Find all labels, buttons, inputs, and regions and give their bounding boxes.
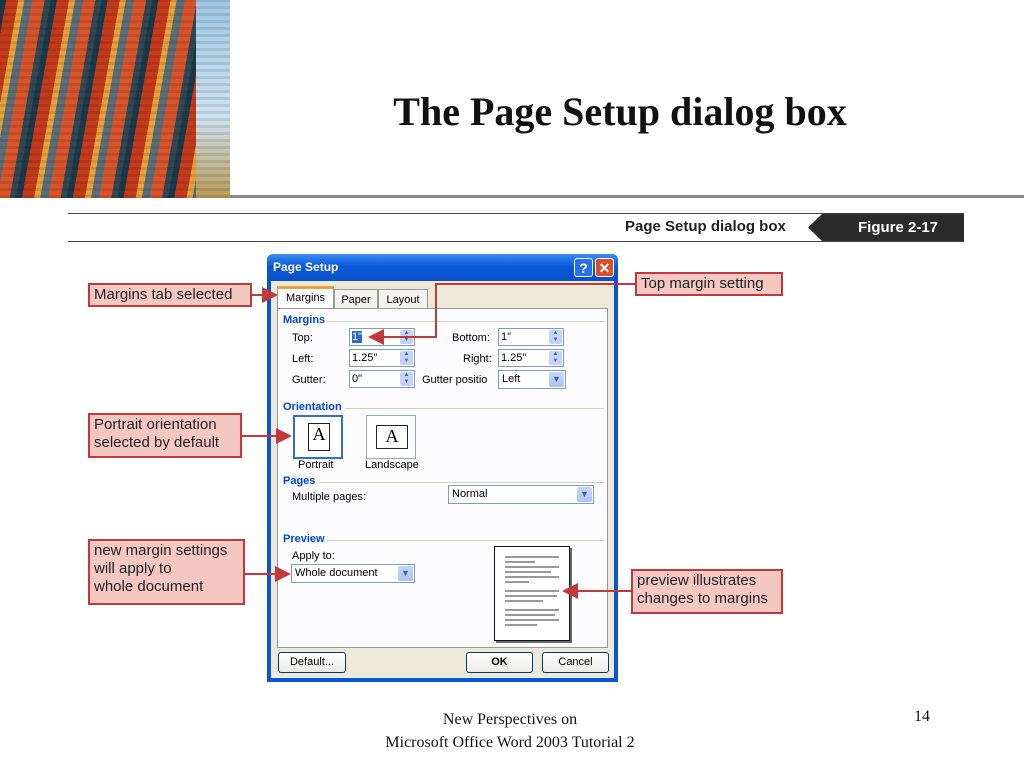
spin-arrows-icon[interactable]: ▲ ▼ <box>549 330 562 344</box>
callout-portrait-line1: Portrait orientation <box>94 416 217 433</box>
footer-line1: New Perspectives on <box>442 711 578 728</box>
right-margin-value: 1.25" <box>501 352 527 364</box>
landscape-page-icon: A <box>376 425 408 449</box>
callout-preview: preview illustrates changes to margins <box>631 569 783 614</box>
top-label: Top: <box>292 332 313 344</box>
callout-portrait-line2: selected by default <box>94 434 220 451</box>
spin-arrows-icon[interactable]: ▲ ▼ <box>400 330 413 344</box>
preview-text-lines <box>505 556 559 626</box>
landscape-option[interactable]: A <box>366 415 416 459</box>
multiple-pages-label: Multiple pages: <box>292 491 366 503</box>
chevron-down-icon[interactable]: ▼ <box>398 566 413 581</box>
callout-top-margin-text: Top margin setting <box>641 275 764 292</box>
callout-apply-line2: will apply to <box>94 560 172 577</box>
slide-title: The Page Setup dialog box <box>393 89 847 134</box>
gutter-value: 0" <box>352 373 363 385</box>
gutter-position-label: Gutter positio <box>422 374 488 386</box>
bottom-label: Bottom: <box>452 332 490 344</box>
dialog-titlebar[interactable]: Page Setup ? ✕ <box>267 254 618 281</box>
apply-to-label: Apply to: <box>292 550 335 562</box>
left-margin-value: 1.25" <box>352 352 378 364</box>
page-number: 14 <box>914 708 930 725</box>
orientation-group-header: Orientation <box>283 401 342 413</box>
tab-layout[interactable]: Layout <box>378 289 428 309</box>
portrait-option[interactable]: A <box>293 415 343 459</box>
bottom-margin-input[interactable]: 1" ▲ ▼ <box>498 328 564 346</box>
spin-arrows-icon[interactable]: ▲ ▼ <box>400 351 413 365</box>
callout-preview-line1: preview illustrates <box>637 572 757 589</box>
pages-group-header: Pages <box>283 475 316 487</box>
preview-group-header: Preview <box>283 533 325 545</box>
figure-caption: Page Setup dialog box <box>625 218 786 235</box>
callout-preview-line2: changes to margins <box>637 590 768 607</box>
help-button[interactable]: ? <box>574 258 593 277</box>
callout-margins-tab: Margins tab selected <box>88 283 252 307</box>
tab-paper[interactable]: Paper <box>334 289 378 309</box>
landscape-label: Landscape <box>365 459 419 471</box>
orientation-group-line <box>345 408 604 409</box>
decorative-photo <box>0 0 230 198</box>
preview-group-line <box>327 540 604 541</box>
top-margin-value: 1" <box>352 331 363 343</box>
callout-apply-line1: new margin settings <box>94 542 228 559</box>
footer-text: New Perspectives on Microsoft Office Wor… <box>340 708 680 754</box>
multiple-pages-select[interactable]: Normal ▼ <box>448 485 594 504</box>
spin-arrows-icon[interactable]: ▲ ▼ <box>549 351 562 365</box>
preview-page-thumbnail <box>494 546 570 641</box>
figure-rule-bottom <box>68 241 964 242</box>
multiple-pages-value: Normal <box>452 488 488 500</box>
title-divider <box>230 195 1024 198</box>
gutter-position-select[interactable]: Left ▼ <box>498 370 566 389</box>
callout-portrait: Portrait orientation selected by default <box>88 413 242 458</box>
tab-margins[interactable]: Margins <box>277 286 334 309</box>
top-margin-input[interactable]: 1" ▲ ▼ <box>349 328 415 346</box>
close-button[interactable]: ✕ <box>595 258 614 277</box>
default-button[interactable]: Default... <box>278 652 346 673</box>
gutter-label: Gutter: <box>292 374 326 386</box>
figure-badge-label: Figure 2-17 <box>858 219 939 236</box>
apply-to-select[interactable]: Whole document ▼ <box>291 564 415 583</box>
cancel-button[interactable]: Cancel <box>542 652 609 673</box>
gutter-input[interactable]: 0" ▲ ▼ <box>349 370 415 388</box>
callout-apply-to: new margin settings will apply to whole … <box>88 539 245 605</box>
spin-arrows-icon[interactable]: ▲ ▼ <box>400 372 413 386</box>
chevron-down-icon[interactable]: ▼ <box>549 372 564 387</box>
left-label: Left: <box>292 353 314 365</box>
apply-to-value: Whole document <box>295 567 378 579</box>
right-margin-input[interactable]: 1.25" ▲ ▼ <box>498 349 564 367</box>
bottom-margin-value: 1" <box>501 331 512 343</box>
dialog-title: Page Setup <box>273 260 339 274</box>
gutter-position-value: Left <box>502 373 521 385</box>
margins-group-header: Margins <box>283 314 326 326</box>
callout-margins-tab-text: Margins tab selected <box>94 286 233 303</box>
callout-apply-line3: whole document <box>94 578 204 595</box>
ok-button[interactable]: OK <box>466 652 533 673</box>
pages-group-line <box>319 482 604 483</box>
portrait-page-icon: A <box>308 423 330 451</box>
right-label: Right: <box>463 353 492 365</box>
callout-top-margin: Top margin setting <box>635 272 783 296</box>
chevron-down-icon[interactable]: ▼ <box>577 487 592 502</box>
portrait-label: Portrait <box>298 459 334 471</box>
footer-line2: Microsoft Office Word 2003 Tutorial 2 <box>385 734 635 751</box>
left-margin-input[interactable]: 1.25" ▲ ▼ <box>349 349 415 367</box>
margins-group-line <box>327 321 604 322</box>
